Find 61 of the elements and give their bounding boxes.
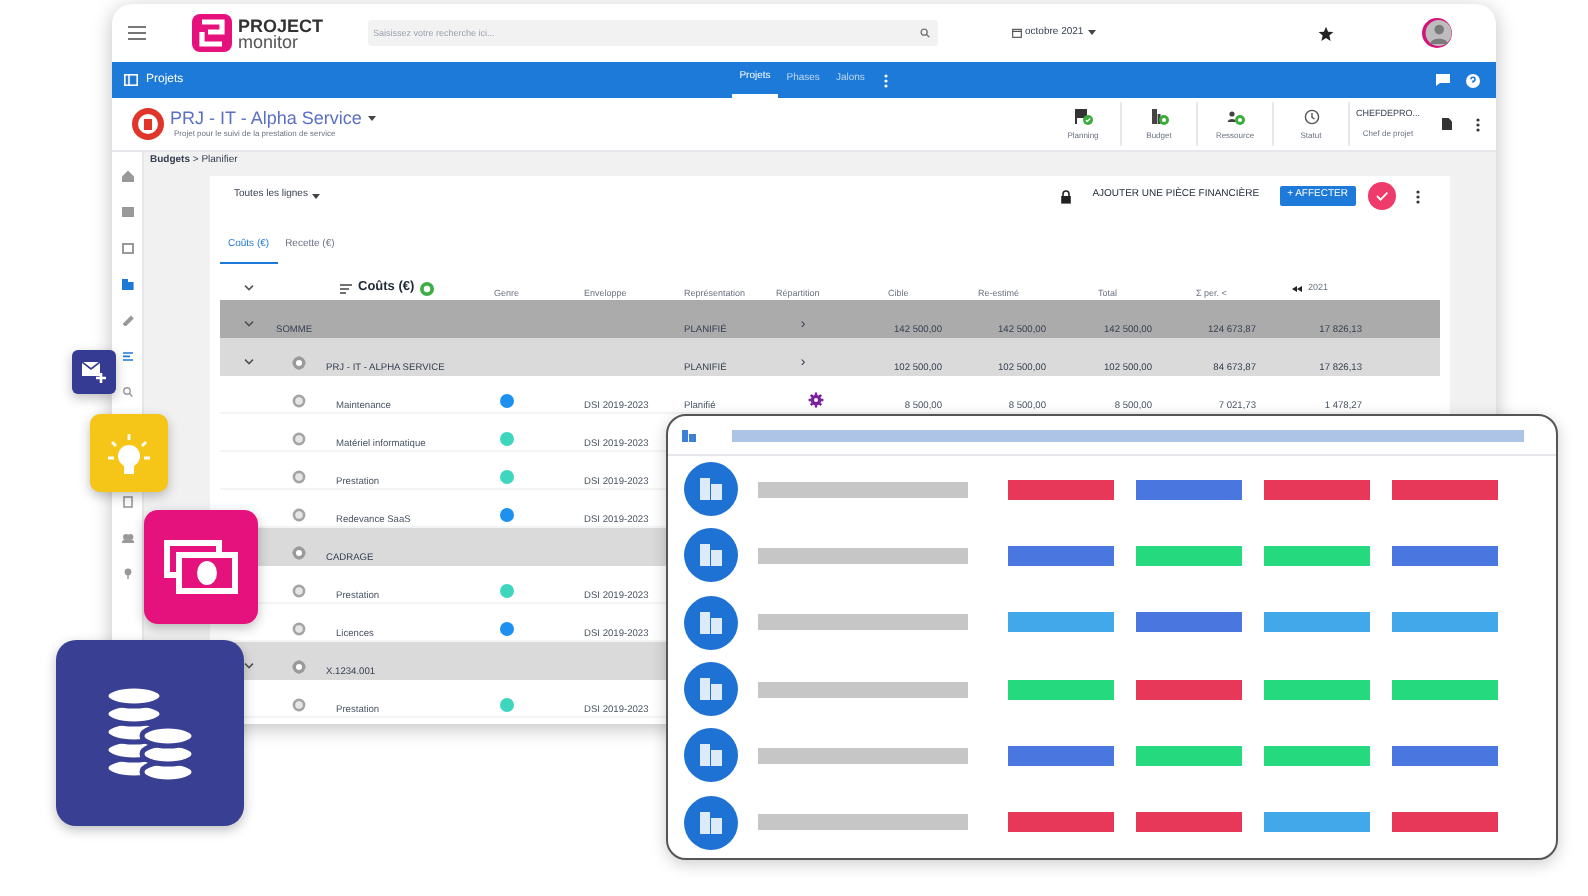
panel-icon	[124, 74, 138, 86]
caret-icon	[311, 193, 320, 199]
gear-icon[interactable]	[807, 392, 823, 408]
chevron-icon[interactable]	[243, 284, 253, 292]
item-icon	[291, 469, 305, 483]
rewind-icon[interactable]	[1292, 285, 1302, 291]
person-icon	[1225, 107, 1245, 125]
folder-icon	[291, 545, 305, 559]
budget-icon	[684, 462, 738, 517]
logo-subtext: monitor	[238, 33, 299, 49]
item-icon	[291, 507, 305, 521]
validate-button[interactable]	[1368, 182, 1396, 210]
search-icon[interactable]	[919, 28, 930, 38]
help-icon[interactable]	[1466, 73, 1480, 87]
coins-icon	[104, 683, 196, 783]
folder-icon	[291, 659, 305, 673]
item-icon	[291, 621, 305, 635]
budget-icon	[684, 528, 738, 583]
nav-rail-icon[interactable]	[121, 532, 133, 544]
nav-rail-icon[interactable]	[121, 206, 133, 218]
logo-icon	[192, 14, 232, 52]
calendar-icon	[1011, 28, 1022, 38]
lightbulb-icon	[108, 433, 150, 473]
star-icon[interactable]	[1317, 25, 1334, 41]
budget-icon	[684, 795, 738, 850]
project-title[interactable]: PRJ - IT - Alpha Service	[170, 108, 362, 128]
document-icon[interactable]	[1442, 118, 1452, 130]
folder-icon	[291, 355, 305, 369]
item-icon	[291, 431, 305, 445]
budget-icon	[684, 595, 738, 650]
chat-icon[interactable]	[1436, 74, 1450, 86]
budget-icon	[682, 429, 696, 441]
nav-rail-icon[interactable]	[121, 568, 133, 580]
clock-icon	[1301, 107, 1321, 125]
chevron-icon[interactable]	[243, 320, 253, 328]
sort-icon[interactable]	[340, 283, 352, 293]
item-icon	[291, 393, 305, 407]
envelope-icon	[82, 361, 106, 383]
item-icon	[291, 583, 305, 597]
add-icon[interactable]	[420, 281, 435, 295]
logo-text: PROJECT	[238, 17, 324, 33]
flag-icon	[1073, 107, 1093, 125]
project-icon	[132, 108, 164, 140]
budget-icon	[684, 728, 738, 783]
nav-rail-icon[interactable]	[121, 242, 133, 254]
nav-rail-icon[interactable]	[121, 350, 133, 362]
caret-icon	[1087, 30, 1096, 36]
nav-rail-icon[interactable]	[121, 170, 133, 182]
chart-icon	[1149, 107, 1169, 125]
item-icon	[291, 697, 305, 711]
lock-icon[interactable]	[1060, 189, 1073, 203]
banknote-icon	[164, 540, 238, 594]
nav-rail-icon[interactable]	[121, 386, 133, 398]
chevron-icon[interactable]	[243, 358, 253, 366]
caret-icon[interactable]	[367, 115, 376, 121]
avatar[interactable]	[1422, 18, 1452, 48]
nav-rail-icon[interactable]	[121, 278, 133, 290]
nav-rail-icon[interactable]	[121, 314, 133, 326]
budget-icon	[684, 662, 738, 717]
menu-icon[interactable]	[128, 26, 146, 40]
nav-rail-icon[interactable]	[121, 496, 133, 508]
